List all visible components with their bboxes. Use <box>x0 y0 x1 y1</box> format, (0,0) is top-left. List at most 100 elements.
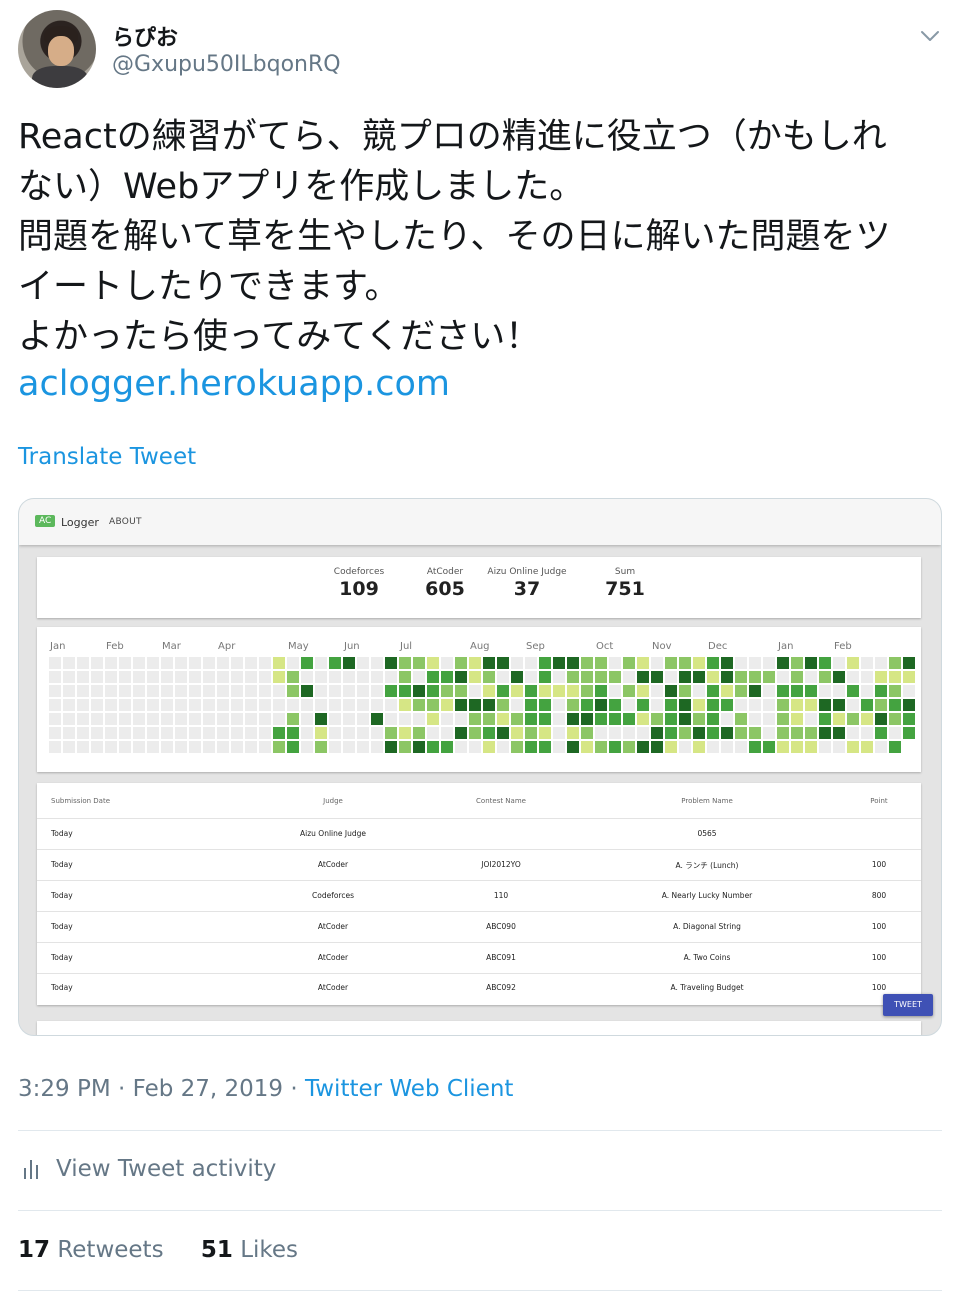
avatar[interactable] <box>18 10 96 88</box>
heatmap-cell <box>91 713 103 725</box>
retweets-count-link[interactable]: 17 Retweets <box>18 1237 164 1263</box>
heatmap-cell <box>49 727 61 739</box>
heatmap-cell <box>693 741 705 753</box>
view-tweet-activity[interactable]: View Tweet activity <box>22 1156 276 1182</box>
heatmap-cell <box>539 741 551 753</box>
month-label: Dec <box>708 641 728 652</box>
display-name[interactable]: らぴお <box>112 20 178 52</box>
cell-contest[interactable]: 110 <box>441 891 561 900</box>
cell-contest[interactable]: ABC090 <box>441 922 561 931</box>
stat-aoj: Aizu Online Judge 37 <box>477 567 577 600</box>
heatmap-cell <box>665 671 677 683</box>
heatmap-cell <box>77 727 89 739</box>
cell-contest[interactable]: JOI2012YO <box>441 860 561 869</box>
cell-problem[interactable]: 0565 <box>627 829 787 838</box>
heatmap-cell <box>847 713 859 725</box>
heatmap-cell <box>567 699 579 711</box>
heatmap-cell <box>49 699 61 711</box>
about-nav-link[interactable]: ABOUT <box>109 517 142 527</box>
chevron-down-icon[interactable] <box>918 24 942 48</box>
heatmap-cell <box>189 713 201 725</box>
heatmap-cell <box>343 685 355 697</box>
heatmap-cell <box>329 657 341 669</box>
heatmap-cell <box>623 713 635 725</box>
cell-problem[interactable]: A. Traveling Budget <box>627 983 787 992</box>
heatmap-cell <box>875 671 887 683</box>
heatmap-cell <box>147 685 159 697</box>
table-header: Judge <box>323 797 343 805</box>
heatmap-cell <box>903 685 915 697</box>
cell-contest[interactable]: ABC091 <box>441 953 561 962</box>
heatmap-cell <box>315 699 327 711</box>
cell-judge[interactable]: Aizu Online Judge <box>253 829 413 838</box>
translate-tweet-link[interactable]: Translate Tweet <box>18 444 196 470</box>
tweet-time-date[interactable]: 3:29 PM · Feb 27, 2019 · <box>18 1076 305 1102</box>
cell-judge[interactable]: AtCoder <box>253 860 413 869</box>
heatmap-cell <box>357 741 369 753</box>
cell-problem[interactable]: A. Nearly Lucky Number <box>627 891 787 900</box>
heatmap-cell <box>679 741 691 753</box>
heatmap-cell <box>385 713 397 725</box>
heatmap-cell <box>889 727 901 739</box>
heatmap-cell <box>413 741 425 753</box>
heatmap-cell <box>581 685 593 697</box>
cell-problem[interactable]: A. Diagonal String <box>627 922 787 931</box>
heatmap-cell <box>539 671 551 683</box>
heatmap-cell <box>847 671 859 683</box>
heatmap-cell <box>833 671 845 683</box>
heatmap-cell <box>413 699 425 711</box>
heatmap-cell <box>819 685 831 697</box>
tweet-link[interactable]: aclogger.herokuapp.com <box>18 364 450 404</box>
heatmap-cell <box>595 713 607 725</box>
heatmap-cell <box>777 657 789 669</box>
heatmap-cell <box>595 657 607 669</box>
heatmap-cell <box>511 699 523 711</box>
heatmap-cell <box>567 727 579 739</box>
heatmap-cell <box>301 727 313 739</box>
month-label: Apr <box>218 641 236 652</box>
heatmap-cell <box>483 657 495 669</box>
heatmap-cell <box>805 671 817 683</box>
likes-count-link[interactable]: 51 Likes <box>201 1237 298 1263</box>
heatmap-cell <box>721 727 733 739</box>
cell-contest[interactable]: ABC092 <box>441 983 561 992</box>
heatmap-cell <box>329 727 341 739</box>
cell-judge[interactable]: AtCoder <box>253 953 413 962</box>
heatmap-cell <box>273 699 285 711</box>
app-bar: AC Logger ABOUT <box>19 499 941 545</box>
heatmap-cell <box>105 671 117 683</box>
app-tweet-button[interactable]: TWEET <box>883 994 933 1016</box>
heatmap-cell <box>623 741 635 753</box>
cell-problem[interactable]: A. ランチ (Lunch) <box>627 860 787 871</box>
heatmap-cell <box>105 657 117 669</box>
heatmap-cell <box>301 685 313 697</box>
heatmap-cell <box>791 657 803 669</box>
heatmap-cell <box>525 741 537 753</box>
heatmap-cell <box>721 671 733 683</box>
tweet-timestamp: 3:29 PM · Feb 27, 2019 · Twitter Web Cli… <box>18 1076 513 1102</box>
heatmap-cell <box>245 671 257 683</box>
cell-judge[interactable]: AtCoder <box>253 983 413 992</box>
likes-label: Likes <box>232 1237 299 1263</box>
cell-judge[interactable]: AtCoder <box>253 922 413 931</box>
heatmap-cell <box>525 699 537 711</box>
heatmap-cell <box>343 671 355 683</box>
heatmap-cell <box>539 699 551 711</box>
heatmap-cell <box>707 671 719 683</box>
tweet-line: 問題を解いて草を生やしたり、その日に解いた問題をツ <box>18 217 891 257</box>
heatmap-cell <box>497 713 509 725</box>
heatmap-cell <box>413 671 425 683</box>
heatmap-cell <box>567 741 579 753</box>
heatmap-cell <box>595 699 607 711</box>
tweet-client-link[interactable]: Twitter Web Client <box>305 1076 513 1102</box>
user-handle[interactable]: @Gxupu50ILbqonRQ <box>112 52 341 77</box>
heatmap-cell <box>623 685 635 697</box>
heatmap-cell <box>119 741 131 753</box>
heatmap-cell <box>161 699 173 711</box>
heatmap-cell <box>189 727 201 739</box>
cell-date: Today <box>51 953 73 962</box>
cell-judge[interactable]: Codeforces <box>253 891 413 900</box>
cell-problem[interactable]: A. Two Coins <box>627 953 787 962</box>
tweet-media-image[interactable]: AC Logger ABOUT Codeforces 109 AtCoder 6… <box>18 498 942 1036</box>
heatmap-cell <box>511 713 523 725</box>
